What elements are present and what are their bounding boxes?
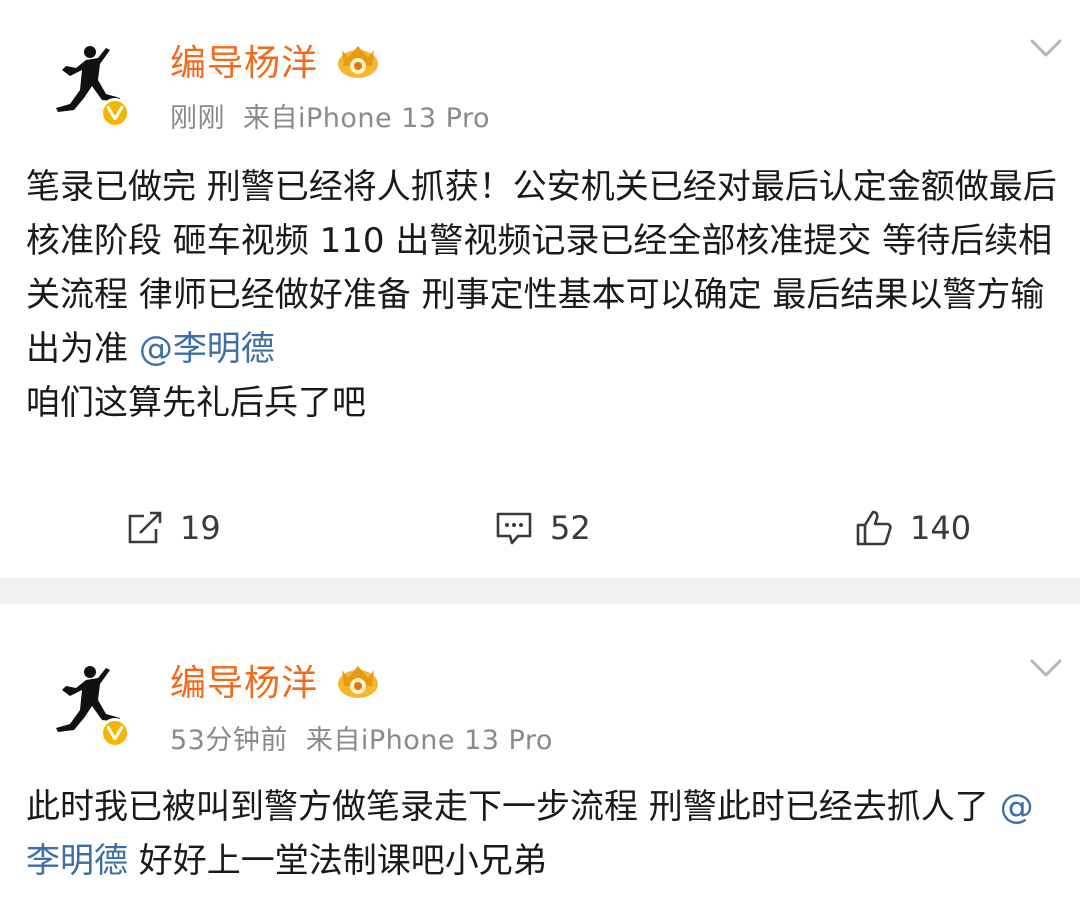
comment-icon — [496, 512, 532, 545]
verified-v-icon — [107, 106, 123, 120]
verified-v-icon — [107, 726, 123, 740]
thumbs-up-icon — [856, 510, 892, 546]
comment-count: 52 — [550, 509, 591, 547]
vip-crown-icon — [336, 660, 380, 700]
author-name[interactable]: 编导杨洋 — [170, 34, 318, 86]
post-text: 此时我已被叫到警方做笔录走下一步流程 刑警此时已经去抓人了 — [26, 787, 1000, 827]
chevron-down-icon[interactable] — [1030, 658, 1062, 678]
post-text-tail: 好好上一堂法制课吧小兄弟 — [128, 841, 547, 881]
like-button[interactable]: 140 — [854, 506, 971, 550]
mention-link[interactable]: @李明德 — [139, 329, 275, 369]
comment-button[interactable]: 52 — [494, 506, 591, 550]
post-content: 此时我已被叫到警方做笔录走下一步流程 刑警此时已经去抓人了 @李明德 好好上一堂… — [26, 780, 1058, 888]
post-text-tail: 咱们这算先礼后兵了吧 — [26, 383, 366, 423]
weibo-post: 编导杨洋 53分钟前 来自iPhone 13 Pro 此时我已被叫到警方做笔录走下… — [0, 604, 1080, 920]
vip-crown-icon — [336, 40, 380, 80]
post-source: 来自iPhone 13 Pro — [305, 725, 553, 756]
chevron-down-icon[interactable] — [1030, 38, 1062, 58]
weibo-post: 编导杨洋 刚刚 来自iPhone 13 Pro 笔录已做完 刑警已经将人抓获！公安… — [0, 0, 1080, 578]
post-meta: 刚刚 来自iPhone 13 Pro — [170, 96, 490, 135]
post-content: 笔录已做完 刑警已经将人抓获！公安机关已经对最后认定金额做最后核准阶段 砸车视频… — [26, 160, 1058, 430]
verified-badge — [100, 98, 130, 128]
post-divider — [0, 578, 1080, 604]
repost-count: 19 — [180, 509, 221, 547]
post-actions: 19 52 140 — [0, 506, 1080, 550]
like-count: 140 — [910, 509, 972, 547]
repost-button[interactable]: 19 — [126, 506, 221, 550]
post-time: 53分钟前 — [170, 725, 288, 756]
post-source: 来自iPhone 13 Pro — [243, 103, 490, 134]
repost-icon — [128, 511, 162, 544]
post-meta: 53分钟前 来自iPhone 13 Pro — [170, 718, 553, 757]
author-name[interactable]: 编导杨洋 — [170, 654, 318, 706]
verified-badge — [100, 718, 130, 748]
post-time: 刚刚 — [170, 103, 225, 134]
